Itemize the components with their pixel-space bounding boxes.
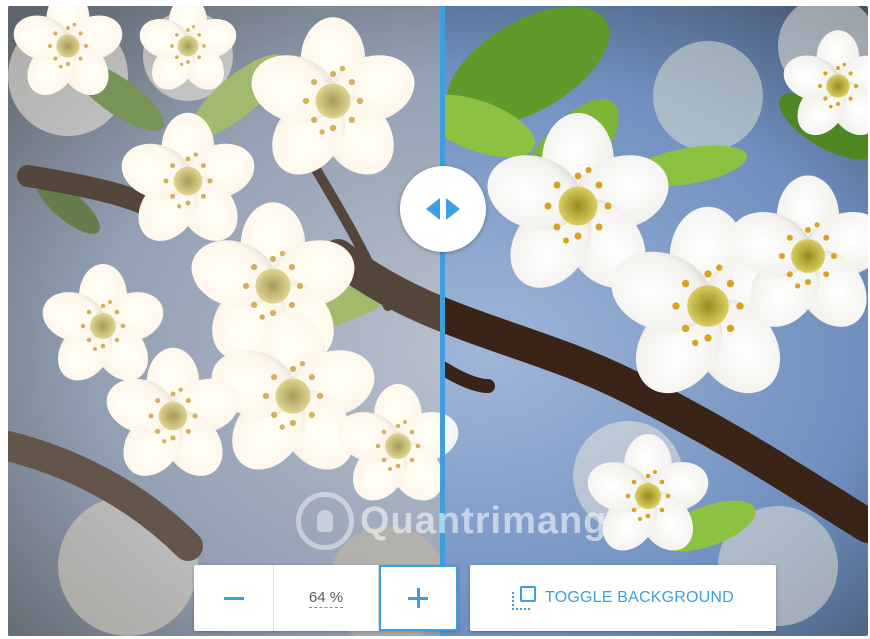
minus-icon (223, 596, 244, 600)
toggle-background-label: TOGGLE BACKGROUND (545, 589, 734, 606)
image-compare-viewer[interactable]: Quantrimang (8, 6, 868, 636)
watermark: Quantrimang (296, 492, 607, 550)
arrow-left-icon (426, 198, 440, 220)
zoom-out-button[interactable] (194, 565, 275, 631)
zoom-level-value: 64 % (308, 588, 344, 608)
watermark-logo-icon (296, 492, 354, 550)
compare-slider-handle[interactable] (400, 166, 486, 252)
toggle-background-icon (512, 586, 537, 610)
zoom-controls: 64 % (194, 565, 459, 631)
zoom-level-display[interactable]: 64 % (274, 565, 379, 631)
plus-icon (408, 588, 429, 608)
arrow-right-icon (446, 198, 460, 220)
toggle-background-button[interactable]: TOGGLE BACKGROUND (470, 565, 776, 631)
zoom-in-button[interactable] (378, 565, 459, 631)
watermark-text: Quantrimang (360, 499, 608, 542)
